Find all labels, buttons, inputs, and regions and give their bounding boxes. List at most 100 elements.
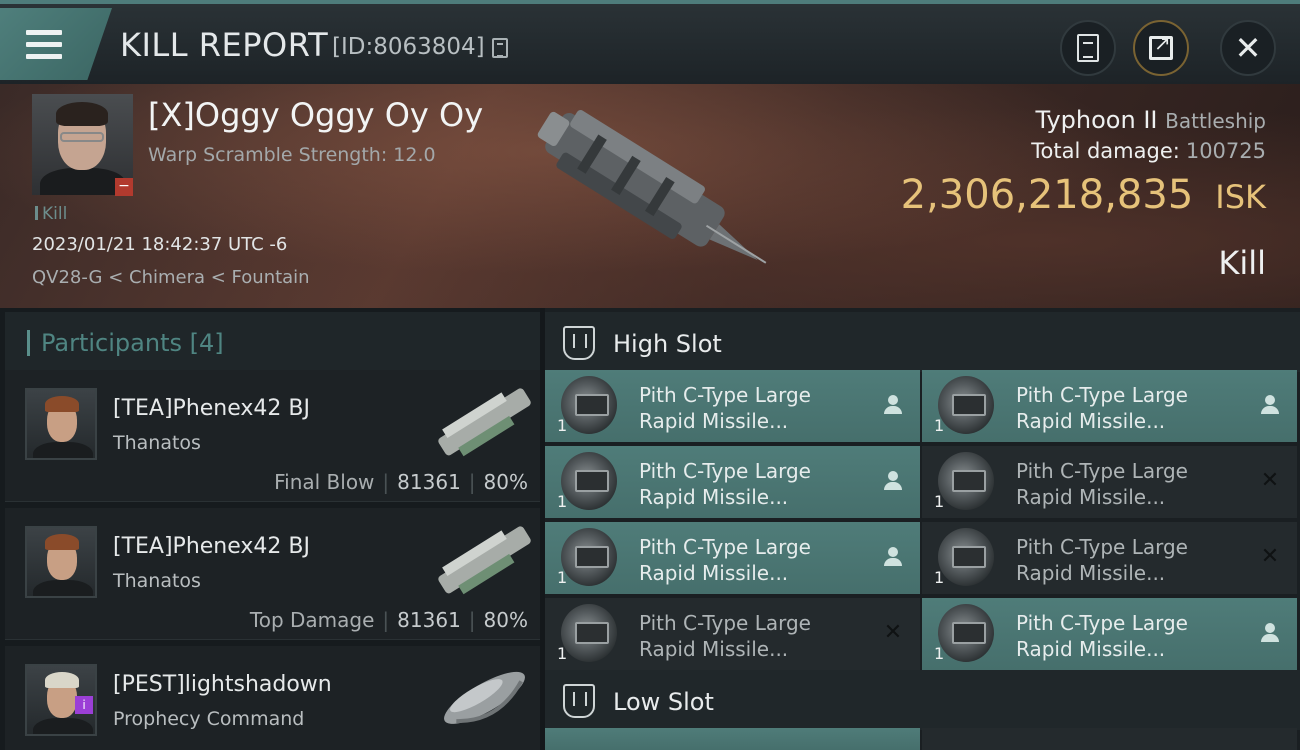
ship-type[interactable]: Typhoon II Battleship xyxy=(1036,106,1266,134)
hamburger-icon xyxy=(26,30,62,60)
participants-header: Participants [4] xyxy=(5,312,540,370)
isk-unit: ISK xyxy=(1215,178,1266,216)
module-name: Pith C-Type Large Rapid Missile... xyxy=(1016,610,1188,662)
module-name-line2: Rapid Missile... xyxy=(1016,637,1166,661)
module-name-line2: Rapid Missile... xyxy=(1016,561,1166,585)
high-slot-module[interactable]: 1 Pith C-Type Large Rapid Missile... ✕ xyxy=(922,446,1297,518)
kill-timestamp: 2023/01/21 18:42:37 UTC -6 xyxy=(32,234,288,255)
user-icon xyxy=(882,470,904,492)
module-icon xyxy=(561,604,617,662)
module-icon xyxy=(561,452,617,510)
total-damage-label: Total damage: xyxy=(1031,139,1180,163)
participant-ship-icon xyxy=(438,526,531,595)
menu-button[interactable] xyxy=(0,8,112,80)
module-name: Pith C-Type Large Rapid Missile... xyxy=(1016,382,1188,434)
module-name-line2: Rapid Missile... xyxy=(639,485,789,509)
high-slot-module[interactable]: 1 Pith C-Type Large Rapid Missile... xyxy=(545,522,920,594)
high-slot-module[interactable]: 1 Pith C-Type Large Rapid Missile... xyxy=(922,598,1297,670)
module-name: Pith C-Type Large Rapid Missile... xyxy=(639,382,811,434)
share-button[interactable] xyxy=(1133,20,1189,76)
high-slot-module[interactable]: 1 Pith C-Type Large Rapid Missile... xyxy=(545,446,920,518)
module-icon xyxy=(561,376,617,434)
participant-name: [TEA]Phenex42 BJ xyxy=(113,396,310,421)
fitting-panel: High Slot Low Slot 1 Pith C-Type Large Rap… xyxy=(545,308,1300,750)
copy-icon[interactable] xyxy=(492,38,508,58)
participant-ship: Prophecy Command xyxy=(113,708,305,730)
kill-location[interactable]: QV28-G < Chimera < Fountain xyxy=(32,267,310,288)
module-name-line2: Rapid Missile... xyxy=(639,409,789,433)
module-quantity: 1 xyxy=(934,568,945,587)
module-name: Pith C-Type Large Rapid Missile... xyxy=(1016,458,1188,510)
clipboard-icon xyxy=(1077,34,1099,62)
report-id: [ID:8063804] xyxy=(332,34,485,60)
participant-damage: 81361 xyxy=(397,608,461,632)
participants-panel: Participants [4] [TEA]Phenex42 BJ Thanat… xyxy=(0,308,540,750)
clipboard-button[interactable] xyxy=(1060,20,1116,76)
module-icon xyxy=(938,376,994,434)
participant-name: [TEA]Phenex42 BJ xyxy=(113,534,310,559)
participant-percent: 80% xyxy=(483,608,528,632)
high-slot-module[interactable]: 1 Pith C-Type Large Rapid Missile... xyxy=(922,370,1297,442)
participants-title: Participants [4] xyxy=(41,329,224,357)
participant-avatar xyxy=(25,526,97,598)
high-slot-module[interactable]: 1 Pith C-Type Large Rapid Missile... ✕ xyxy=(545,598,920,670)
x-icon: ✕ xyxy=(1260,468,1280,493)
x-icon: ✕ xyxy=(883,620,903,645)
user-icon xyxy=(882,546,904,568)
participant-name: [PEST]lightshadown xyxy=(113,672,332,697)
low-slot-module[interactable] xyxy=(545,728,920,750)
user-icon xyxy=(882,394,904,416)
total-damage-value: 100725 xyxy=(1185,139,1266,163)
module-quantity: 1 xyxy=(557,644,568,663)
high-slot-title: High Slot xyxy=(613,330,722,358)
module-quantity: 1 xyxy=(557,416,568,435)
participant-stats: Final Blow | 81361 | 80% xyxy=(274,470,528,494)
participant-avatar xyxy=(25,388,97,460)
low-slot-title: Low Slot xyxy=(613,688,714,716)
module-name-line1: Pith C-Type Large xyxy=(1016,383,1188,407)
victim-ship-render[interactable] xyxy=(515,102,775,282)
total-damage: Total damage: 100725 xyxy=(1031,139,1266,163)
module-quantity: 1 xyxy=(934,492,945,511)
module-name: Pith C-Type Large Rapid Missile... xyxy=(639,458,811,510)
kill-tag: Kill xyxy=(35,204,67,224)
module-name-line2: Rapid Missile... xyxy=(1016,409,1166,433)
high-slot-module[interactable]: 1 Pith C-Type Large Rapid Missile... ✕ xyxy=(922,522,1297,594)
victim-name[interactable]: [X]Oggy Oggy Oy Oy xyxy=(148,96,483,134)
page-title: KILL REPORT xyxy=(120,26,329,64)
participant-row[interactable]: [TEA]Phenex42 BJ Thanatos Top Damage | 813… xyxy=(5,508,540,640)
victim-banner: − Kill [X]Oggy Oggy Oy Oy Warp Scramble … xyxy=(0,84,1300,308)
close-button[interactable]: ✕ xyxy=(1220,20,1276,76)
module-icon xyxy=(938,528,994,586)
module-name-line2: Rapid Missile... xyxy=(639,561,789,585)
module-icon xyxy=(938,604,994,662)
participant-percent: 80% xyxy=(483,470,528,494)
low-slot-icon xyxy=(563,684,595,718)
module-name-line1: Pith C-Type Large xyxy=(1016,459,1188,483)
high-slot-header: High Slot xyxy=(545,312,1300,372)
module-icon xyxy=(561,528,617,586)
module-name-line1: Pith C-Type Large xyxy=(639,459,811,483)
participant-ship: Thanatos xyxy=(113,570,201,592)
module-name-line2: Rapid Missile... xyxy=(639,637,789,661)
participant-ship-icon xyxy=(438,388,531,457)
participant-stats: Top Damage | 81361 | 80% xyxy=(249,608,528,632)
module-name: Pith C-Type Large Rapid Missile... xyxy=(639,534,811,586)
top-bar: KILL REPORT [ID:8063804] ✕ xyxy=(0,0,1300,84)
high-slot-icon xyxy=(563,326,595,360)
participant-label: Final Blow xyxy=(274,470,375,494)
close-icon: ✕ xyxy=(1234,29,1262,67)
low-slot-header: Low Slot xyxy=(545,670,1300,730)
module-name-line1: Pith C-Type Large xyxy=(639,611,811,635)
x-icon: ✕ xyxy=(1260,544,1280,569)
isk-amount: 2,306,218,835 xyxy=(900,172,1194,218)
module-quantity: 1 xyxy=(557,568,568,587)
ship-name: Typhoon II xyxy=(1035,106,1158,134)
low-slot-module[interactable] xyxy=(922,728,1297,750)
module-quantity: 1 xyxy=(557,492,568,511)
module-name: Pith C-Type Large Rapid Missile... xyxy=(639,610,811,662)
high-slot-module[interactable]: 1 Pith C-Type Large Rapid Missile... xyxy=(545,370,920,442)
user-icon xyxy=(1259,394,1281,416)
participant-row[interactable]: [TEA]Phenex42 BJ Thanatos Final Blow | 813… xyxy=(5,370,540,502)
participant-row[interactable]: i [PEST]lightshadown Prophecy Command xyxy=(5,646,540,750)
